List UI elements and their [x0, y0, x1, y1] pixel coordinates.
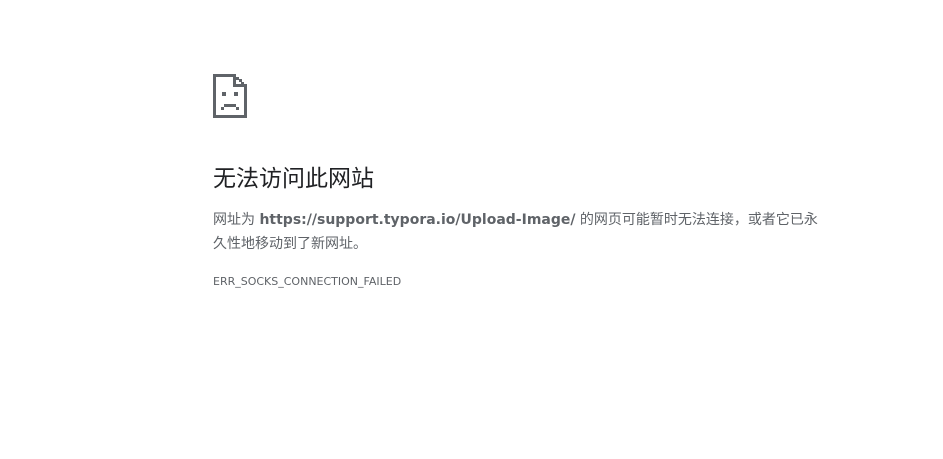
error-container: 无法访问此网站 网址为 https://support.typora.io/Up… — [213, 74, 823, 290]
error-description: 网址为 https://support.typora.io/Upload-Ima… — [213, 208, 823, 256]
error-code: ERR_SOCKS_CONNECTION_FAILED — [213, 275, 402, 288]
sad-page-icon — [213, 74, 823, 118]
error-title: 无法访问此网站 — [213, 166, 374, 192]
error-description-prefix: 网址为 — [213, 212, 260, 228]
error-url: https://support.typora.io/Upload-Image/ — [259, 212, 576, 228]
